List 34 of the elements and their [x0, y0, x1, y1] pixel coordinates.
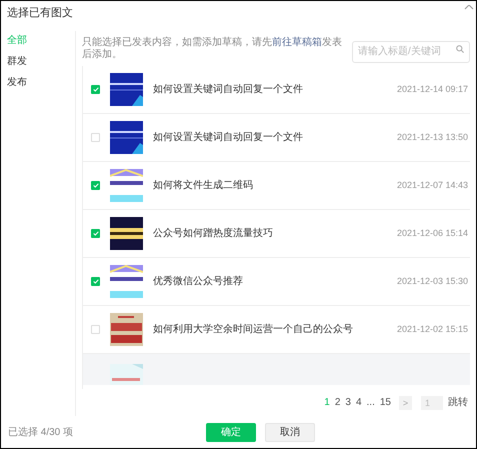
- notice-text: 只能选择已发表内容，如需添加草稿，请先前往草稿箱发表后添加。: [82, 37, 343, 61]
- article-date: 2021-12-02 15:15: [396, 322, 468, 336]
- page-link[interactable]: 3: [345, 395, 351, 410]
- page-link[interactable]: 15: [380, 395, 391, 410]
- selection-count: 已选择 4/30 项: [8, 426, 74, 440]
- checkbox[interactable]: [91, 181, 100, 190]
- checkbox[interactable]: [91, 325, 100, 334]
- article-date: 2021-12-03 15:30: [396, 274, 468, 288]
- close-icon[interactable]: [464, 5, 474, 11]
- cancel-button[interactable]: 取消: [265, 422, 315, 442]
- article-date: 2021-12-06 15:14: [396, 226, 468, 240]
- dialog-title: 选择已有图文: [7, 6, 73, 21]
- article-title: 如何将文件生成二维码: [153, 178, 254, 193]
- article-title: 如何设置关键词自动回复一个文件: [153, 82, 304, 97]
- article-date: 2021-12-07 14:43: [396, 178, 468, 192]
- search-icon: [456, 45, 464, 53]
- search-field[interactable]: 请输入标题/关键词: [352, 40, 470, 62]
- article-date: 2021-12-13 13:50: [396, 130, 468, 144]
- checkbox[interactable]: [91, 229, 100, 238]
- page-link[interactable]: ...: [366, 395, 375, 410]
- sidebar-item[interactable]: 发布: [7, 75, 75, 90]
- checkbox[interactable]: [91, 85, 100, 94]
- checkbox[interactable]: [91, 133, 100, 142]
- jump-link[interactable]: 跳转: [448, 395, 468, 410]
- article-title: 如何设置关键词自动回复一个文件: [153, 130, 304, 145]
- page-link[interactable]: 2: [334, 395, 340, 410]
- checkbox[interactable]: [91, 277, 100, 286]
- sidebar-item[interactable]: 群发: [7, 54, 75, 69]
- page-link[interactable]: 4: [356, 395, 362, 410]
- article-title: 公众号如何蹭热度流量技巧: [153, 226, 274, 241]
- drafts-link[interactable]: 前往草稿箱: [272, 37, 322, 48]
- article-date: 2021-12-14 09:17: [396, 82, 468, 96]
- article-title: 如何利用大学空余时间运营一个自己的公众号: [153, 322, 354, 337]
- article-title: 优秀微信公众号推荐: [153, 274, 244, 289]
